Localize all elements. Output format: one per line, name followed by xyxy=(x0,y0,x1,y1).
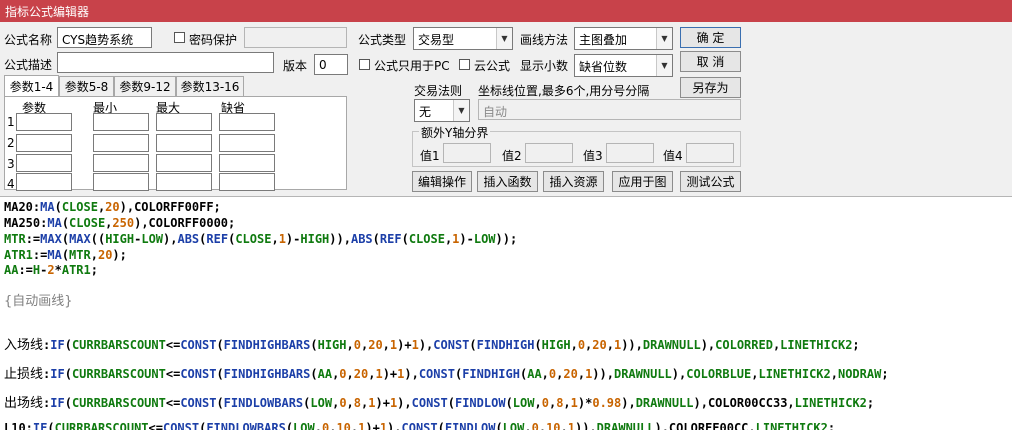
cancel-button[interactable]: 取 消 xyxy=(680,51,741,72)
param-cell[interactable] xyxy=(156,113,212,131)
chevron-down-icon[interactable]: ▼ xyxy=(496,28,512,49)
param-cell[interactable] xyxy=(16,113,72,131)
code-line: 出场线:IF(CURRBARSCOUNT<=CONST(FINDLOWBARS(… xyxy=(4,396,875,411)
code-line: AA:=H-2*ATR1; xyxy=(4,263,98,277)
coord-line-label: 坐标线位置,最多6个,用分号分隔 xyxy=(478,84,650,98)
decimals-select[interactable]: 缺省位数 ▼ xyxy=(574,54,673,77)
param-cell[interactable] xyxy=(156,154,212,172)
insert-function-button[interactable]: 插入函数 xyxy=(477,171,538,192)
window-title: 指标公式编辑器 xyxy=(5,5,90,19)
formula-name-input[interactable]: CYS趋势系统 xyxy=(57,27,152,48)
tab-params-9-12[interactable]: 参数9-12 xyxy=(114,76,176,96)
param-cell[interactable] xyxy=(16,134,72,152)
code-line: MTR:=MAX(MAX((HIGH-LOW),ABS(REF(CLOSE,1)… xyxy=(4,232,518,246)
param-row-number: 2 xyxy=(7,136,15,150)
test-formula-button[interactable]: 测试公式 xyxy=(680,171,741,192)
y-value-4-input xyxy=(686,143,734,163)
password-label: 密码保护 xyxy=(189,33,238,47)
param-cell[interactable] xyxy=(156,134,212,152)
y-value-3-input xyxy=(606,143,654,163)
param-cell[interactable] xyxy=(219,173,275,191)
cloud-label: 云公式 xyxy=(474,59,511,73)
formula-type-select[interactable]: 交易型 ▼ xyxy=(413,27,513,50)
code-editor[interactable]: MA20:MA(CLOSE,20),COLORFF00FF; MA250:MA(… xyxy=(0,196,1012,430)
formula-type-label: 公式类型 xyxy=(358,33,407,47)
draw-method-label: 画线方法 xyxy=(520,33,569,47)
version-label: 版本 xyxy=(283,59,308,73)
tab-params-1-4[interactable]: 参数1-4 xyxy=(4,75,59,97)
ok-button[interactable]: 确 定 xyxy=(680,27,741,48)
param-table: 参数 最小 最大 缺省 1 2 3 4 xyxy=(4,96,347,191)
y-value-3-label: 值3 xyxy=(583,149,603,163)
param-cell[interactable] xyxy=(93,134,149,152)
trade-rule-value: 无 xyxy=(419,105,432,119)
title-bar: 指标公式编辑器 xyxy=(0,0,1012,22)
param-cell[interactable] xyxy=(93,154,149,172)
insert-resource-button[interactable]: 插入资源 xyxy=(543,171,604,192)
extra-y-axis-label: 额外Y轴分界 xyxy=(419,124,491,141)
param-cell[interactable] xyxy=(219,113,275,131)
pc-only-checkbox[interactable] xyxy=(359,59,370,70)
password-input xyxy=(244,27,347,48)
draw-method-select[interactable]: 主图叠加 ▼ xyxy=(574,27,673,50)
chevron-down-icon[interactable]: ▼ xyxy=(656,55,672,76)
param-row-number: 4 xyxy=(7,177,15,191)
formula-desc-label: 公式描述 xyxy=(4,58,53,72)
code-line: 止损线:IF(CURRBARSCOUNT<=CONST(FINDHIGHBARS… xyxy=(4,367,889,382)
formula-desc-input[interactable] xyxy=(57,52,274,73)
pc-only-label: 公式只用于PC xyxy=(374,59,450,73)
save-as-button[interactable]: 另存为 xyxy=(680,77,741,98)
trade-rule-select[interactable]: 无 ▼ xyxy=(414,99,470,122)
param-cell[interactable] xyxy=(219,154,275,172)
param-cell[interactable] xyxy=(93,173,149,191)
param-cell[interactable] xyxy=(16,154,72,172)
trade-rule-label: 交易法则 xyxy=(414,84,463,98)
code-line: MA20:MA(CLOSE,20),COLORFF00FF; xyxy=(4,200,221,214)
y-value-2-input xyxy=(525,143,573,163)
chevron-down-icon[interactable]: ▼ xyxy=(453,100,469,121)
edit-operations-button[interactable]: 编辑操作 xyxy=(412,171,472,192)
param-cell[interactable] xyxy=(156,173,212,191)
param-row-number: 3 xyxy=(7,157,15,171)
y-value-2-label: 值2 xyxy=(502,149,522,163)
code-line: MA250:MA(CLOSE,250),COLORFF0000; xyxy=(4,216,236,230)
code-line: 入场线:IF(CURRBARSCOUNT<=CONST(FINDHIGHBARS… xyxy=(4,338,860,353)
password-checkbox[interactable] xyxy=(174,32,185,43)
decimals-value: 缺省位数 xyxy=(579,60,628,74)
draw-method-value: 主图叠加 xyxy=(579,33,628,47)
code-comment: {自动画线} xyxy=(4,294,73,309)
param-cell[interactable] xyxy=(219,134,275,152)
decimals-label: 显示小数 xyxy=(520,59,569,73)
tab-params-5-8[interactable]: 参数5-8 xyxy=(59,76,114,96)
y-value-1-input xyxy=(443,143,491,163)
param-cell[interactable] xyxy=(93,113,149,131)
code-line: ATR1:=MA(MTR,20); xyxy=(4,248,127,262)
coord-line-input: 自动 xyxy=(478,99,741,120)
param-row-number: 1 xyxy=(7,115,15,129)
param-cell[interactable] xyxy=(16,173,72,191)
code-line: L10:IF(CURRBARSCOUNT<=CONST(FINDLOWBARS(… xyxy=(4,421,836,430)
version-input[interactable]: 0 xyxy=(314,54,348,75)
y-value-1-label: 值1 xyxy=(420,149,440,163)
tab-params-13-16[interactable]: 参数13-16 xyxy=(176,76,244,96)
y-value-4-label: 值4 xyxy=(663,149,683,163)
apply-to-chart-button[interactable]: 应用于图 xyxy=(612,171,673,192)
formula-name-label: 公式名称 xyxy=(4,33,53,47)
cloud-checkbox[interactable] xyxy=(459,59,470,70)
formula-type-value: 交易型 xyxy=(418,33,455,47)
chevron-down-icon[interactable]: ▼ xyxy=(656,28,672,49)
